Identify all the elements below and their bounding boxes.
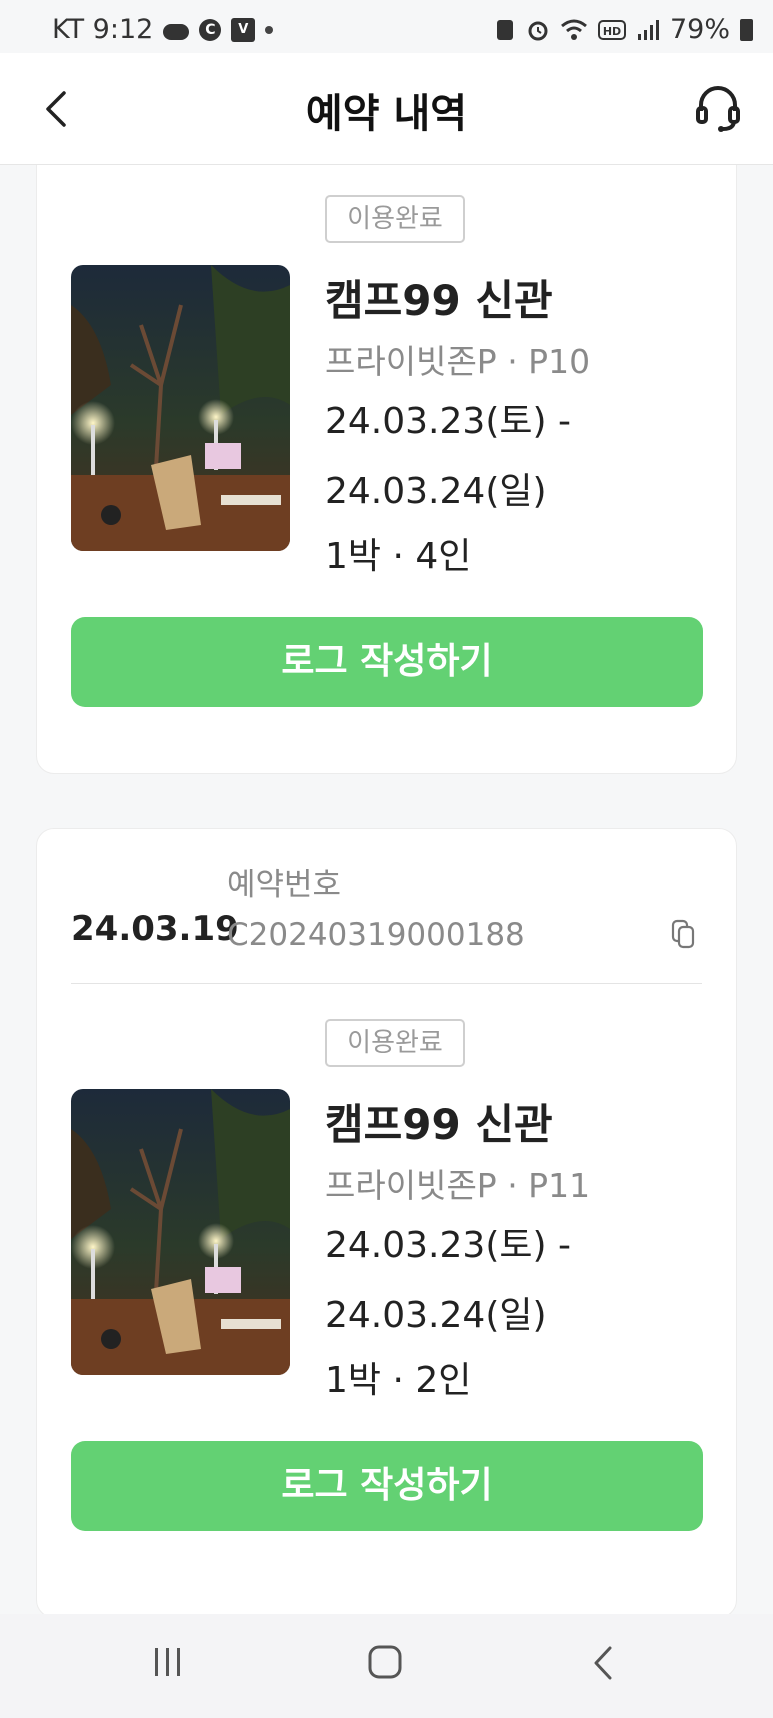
page-title: 예약 내역 [305,91,468,137]
v-app-icon: V [231,17,256,42]
order-date: 24.03.19 [71,909,239,949]
signal-icon [637,19,659,40]
recent-apps-icon[interactable] [150,1644,186,1680]
headset-icon[interactable] [693,81,743,133]
status-left: KT 9:12 C V [52,14,274,45]
stay-summary: 1박 · 4인 [325,536,472,577]
status-right: HD 79% [494,14,753,45]
c-app-icon: C [199,18,222,41]
campsite-photo [71,1089,290,1375]
svg-text:HD: HD [603,25,621,38]
date-from: 24.03.23(토) - [325,401,571,442]
reservation-list[interactable]: 이용완료 캠프99 신관 프라이빗존P · P10 24.03.23(토) - … [0,164,773,1614]
date-to: 24.03.24(일) [325,1295,547,1336]
date-from: 24.03.23(토) - [325,1225,571,1266]
reservation-card: 24.03.19 예약번호 C20240319000188 이용완료 캠프99 … [36,828,737,1614]
nfc-icon [496,19,513,40]
date-to: 24.03.24(일) [325,471,547,512]
order-header: 24.03.19 예약번호 C20240319000188 [71,859,702,984]
campsite-photo [71,265,290,551]
alarm-icon [528,21,548,40]
write-log-button[interactable]: 로그 작성하기 [71,1441,703,1531]
notification-dot-icon [265,25,274,34]
home-icon[interactable] [367,1644,403,1680]
status-bar: KT 9:12 C V HD 79% [0,0,773,53]
app-header: 예약 내역 [0,53,773,165]
campsite-thumbnail[interactable] [71,265,290,551]
status-badge: 이용완료 [325,1019,465,1067]
system-nav-bar [0,1614,773,1718]
site-name: 프라이빗존P · P10 [325,342,591,381]
write-log-button[interactable]: 로그 작성하기 [71,617,703,707]
order-number-label: 예약번호 [227,867,342,903]
stay-dates: 24.03.23(토) - 24.03.24(일) [325,1211,571,1351]
order-number: C20240319000188 [227,917,525,953]
stay-summary: 1박 · 2인 [325,1360,472,1401]
carrier-time: KT 9:12 [52,14,154,45]
campsite-thumbnail[interactable] [71,1089,290,1375]
copy-icon[interactable] [670,919,698,951]
hd-icon: HD [597,19,626,40]
place-name: 캠프99 신관 [325,276,553,325]
site-name: 프라이빗존P · P11 [325,1166,591,1205]
place-name: 캠프99 신관 [325,1100,553,1149]
battery-percent: 79% [669,14,730,45]
stay-dates: 24.03.23(토) - 24.03.24(일) [325,387,571,527]
back-icon[interactable] [590,1644,616,1682]
reservation-card: 이용완료 캠프99 신관 프라이빗존P · P10 24.03.23(토) - … [36,164,737,774]
cloud-icon [163,23,190,40]
wifi-icon [561,19,587,40]
status-badge: 이용완료 [325,195,465,243]
battery-icon [740,18,753,41]
